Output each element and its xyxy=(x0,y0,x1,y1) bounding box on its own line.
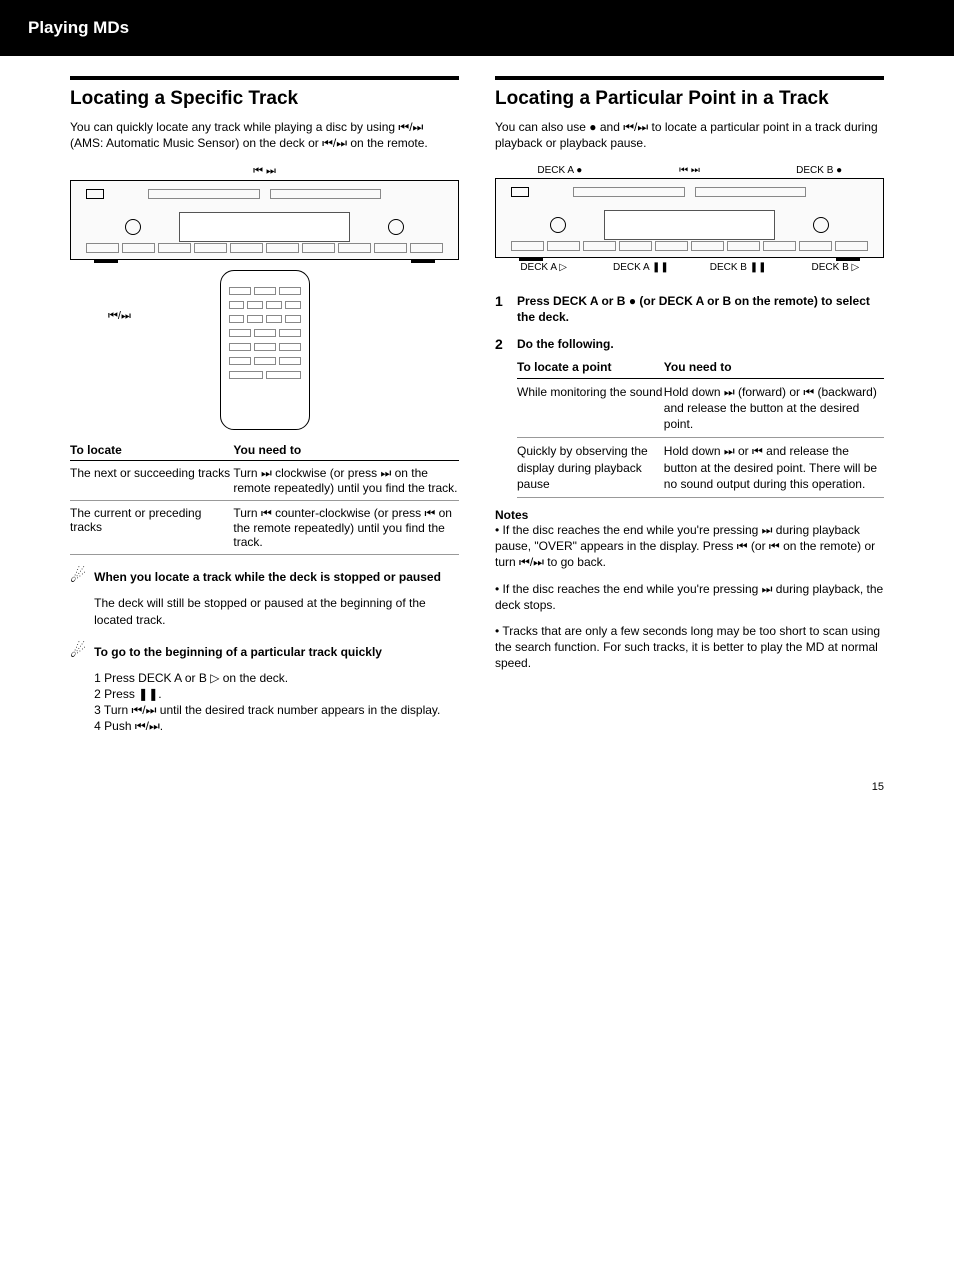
deck-illustration xyxy=(70,180,459,260)
prev-next-icon: ⏮/⏭ xyxy=(398,120,423,134)
prev-next-icon: ⏮/⏭ xyxy=(108,310,131,322)
table-row: The current or preceding tracks Turn ⏮ c… xyxy=(70,501,459,555)
prev-next-icon: ⏮/⏭ xyxy=(519,555,544,569)
prev-next-icon: ⏮ ⏭ xyxy=(253,165,276,177)
step-1: 1 Press DECK A or B ● (or DECK A or B on… xyxy=(495,293,884,325)
next-icon: ⏭ xyxy=(724,444,735,458)
remote-diagram: ⏮/⏭ xyxy=(70,270,459,430)
prev-next-icon: ⏮/⏭ xyxy=(322,136,347,150)
right-title: Locating a Particular Point in a Track xyxy=(495,88,884,111)
prev-icon: ⏮ xyxy=(424,506,435,520)
deck-illustration xyxy=(495,178,884,258)
tip-1: ☄ When you locate a track while the deck… xyxy=(70,569,459,638)
right-intro: You can also use ● and ⏮/⏭ to locate a p… xyxy=(495,119,884,151)
left-column: Locating a Specific Track You can quickl… xyxy=(30,56,477,751)
deck-b-play-label: DECK B ▷ xyxy=(787,262,884,273)
prev-next-icon: ⏮/⏭ xyxy=(132,703,157,717)
rule xyxy=(495,76,884,80)
prev-icon: ⏮ xyxy=(261,506,272,520)
table-header: To locate You need to xyxy=(70,440,459,461)
page-number: 15 xyxy=(0,751,954,813)
deck-diagram-right: DECK A ● ⏮ ⏭ DECK B ● DECK A ▷ DECK A ❚❚… xyxy=(495,165,884,273)
deck-a-play-label: DECK A ▷ xyxy=(495,262,592,273)
pause-icon: ❚❚ xyxy=(138,687,158,701)
deck-diagram-left: ⏮ ⏭ xyxy=(70,165,459,260)
step-2: 2 Do the following. To locate a point Yo… xyxy=(495,336,884,499)
right-column: Locating a Particular Point in a Track Y… xyxy=(477,56,924,751)
left-title: Locating a Specific Track xyxy=(70,88,459,111)
content: Locating a Specific Track You can quickl… xyxy=(0,56,954,751)
next-icon: ⏭ xyxy=(380,466,391,480)
prev-icon: ⏮ xyxy=(737,539,748,553)
next-icon: ⏭ xyxy=(724,385,735,399)
prev-icon: ⏮ xyxy=(769,539,780,553)
next-icon: ⏭ xyxy=(762,582,773,596)
prev-next-icon: ⏮/⏭ xyxy=(135,719,160,733)
next-icon: ⏭ xyxy=(762,523,773,537)
prev-icon: ⏮ xyxy=(752,444,763,458)
tip-icon: ☄ xyxy=(70,567,86,638)
left-intro: You can quickly locate any track while p… xyxy=(70,119,459,151)
table-row: The next or succeeding tracks Turn ⏭ clo… xyxy=(70,461,459,501)
table-row: While monitoring the sound Hold down ⏭ (… xyxy=(517,379,884,439)
header-bar: Playing MDs xyxy=(0,0,954,56)
prev-icon: ⏮ xyxy=(803,385,814,399)
tip-2: ☄ To go to the beginning of a particular… xyxy=(70,644,459,745)
record-icon: ● xyxy=(629,294,636,308)
remote-illustration xyxy=(220,270,310,430)
prev-next-icon: ⏮ ⏭ xyxy=(625,165,755,176)
header-section: Playing MDs xyxy=(28,18,129,37)
deck-b-pause-label: DECK B ❚❚ xyxy=(690,262,787,273)
deck-a-rec-label: DECK A ● xyxy=(495,165,625,176)
deck-b-rec-label: DECK B ● xyxy=(754,165,884,176)
deck-a-pause-label: DECK A ❚❚ xyxy=(592,262,689,273)
prev-next-icon: ⏮/⏭ xyxy=(623,120,648,134)
record-icon: ● xyxy=(589,120,596,134)
table-row: Quickly by observing the display during … xyxy=(517,438,884,498)
notes-block: Notes • If the disc reaches the end whil… xyxy=(495,508,884,672)
rule xyxy=(70,76,459,80)
next-icon: ⏭ xyxy=(261,466,272,480)
table-header: To locate a point You need to xyxy=(517,356,884,379)
tip-icon: ☄ xyxy=(70,642,86,745)
